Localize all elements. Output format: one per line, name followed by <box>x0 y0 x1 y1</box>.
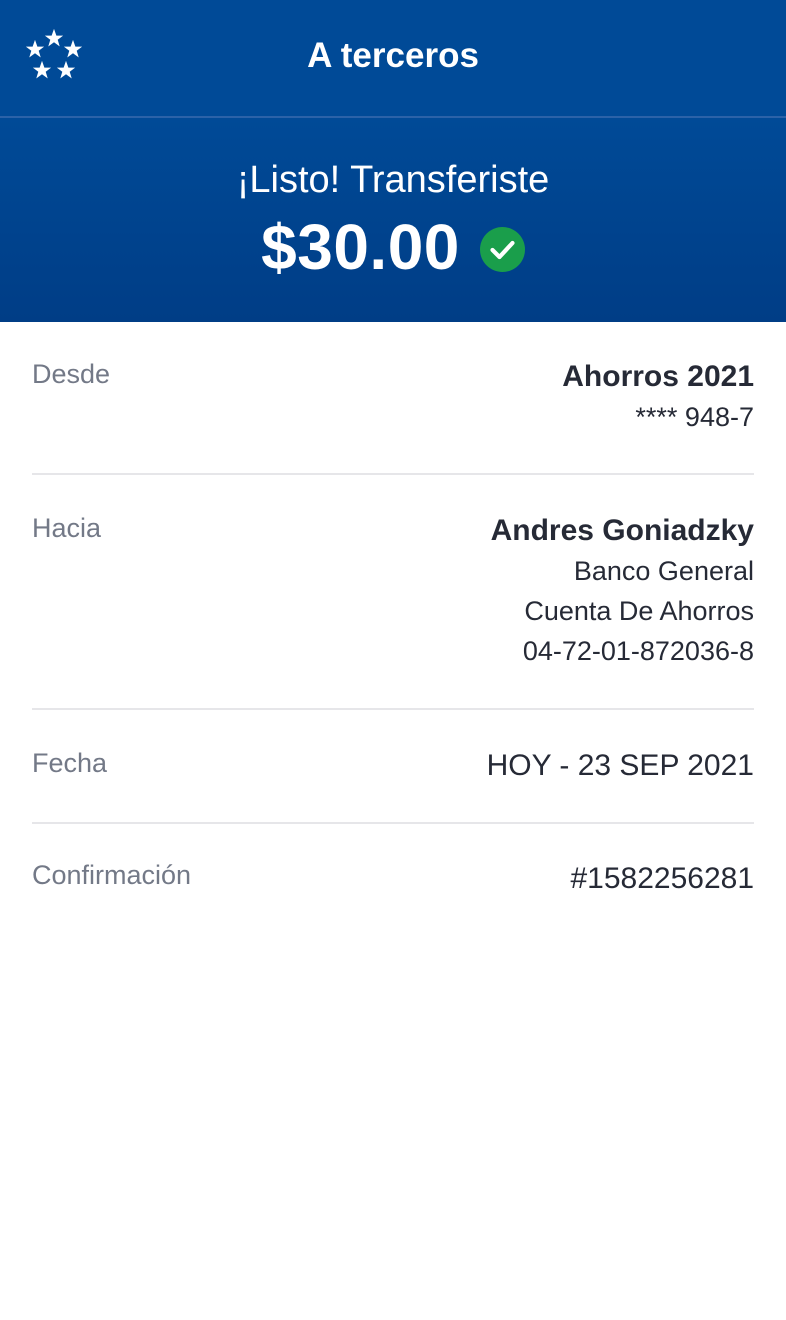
confirmation-label: Confirmación <box>32 860 192 890</box>
date-values: HOY - 23 SEP 2021 <box>32 710 754 786</box>
transfer-amount: $30.00 <box>261 211 460 283</box>
date-value: HOY - 23 SEP 2021 <box>486 749 754 782</box>
transfer-summary: ¡Listo! Transferiste $30.00 <box>0 118 786 322</box>
from-label: Desde <box>32 359 111 389</box>
app-header: A terceros <box>0 0 786 116</box>
recipient-bank: Banco General <box>573 556 754 586</box>
transfer-details: Desde Ahorros 2021 **** 948-7 Hacia Andr… <box>32 322 754 934</box>
detail-row-date: Fecha HOY - 23 SEP 2021 <box>32 710 754 824</box>
amount-row: $30.00 <box>0 210 786 284</box>
check-circle-icon <box>479 226 525 272</box>
recipient-account-type: Cuenta De Ahorros <box>524 596 754 626</box>
to-values: Andres Goniadzky Banco General Cuenta De… <box>32 475 754 671</box>
from-account-number: **** 948-7 <box>635 402 754 432</box>
from-account-name: Ahorros 2021 <box>562 360 754 393</box>
page-title: A terceros <box>307 36 479 75</box>
recipient-account-number: 04-72-01-872036-8 <box>522 636 754 666</box>
to-label: Hacia <box>32 513 102 543</box>
date-label: Fecha <box>32 748 108 778</box>
from-values: Ahorros 2021 **** 948-7 <box>32 322 754 437</box>
detail-row-from: Desde Ahorros 2021 **** 948-7 <box>32 322 754 475</box>
recipient-name: Andres Goniadzky <box>490 514 754 547</box>
detail-row-to: Hacia Andres Goniadzky Banco General Cue… <box>32 475 754 710</box>
detail-row-confirmation: Confirmación #1582256281 <box>32 824 754 934</box>
success-message: ¡Listo! Transferiste <box>236 159 550 201</box>
